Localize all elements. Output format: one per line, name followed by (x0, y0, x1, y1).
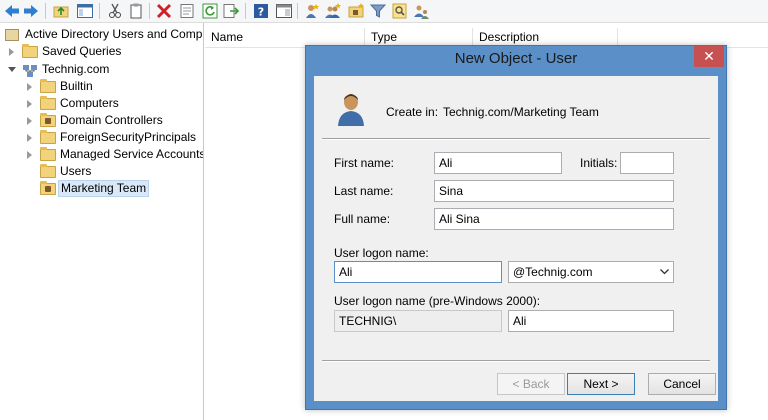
collapse-icon[interactable] (8, 67, 16, 72)
create-in-path: Technig.com/Marketing Team (443, 105, 599, 119)
initials-field[interactable] (620, 152, 674, 174)
folder-icon (22, 44, 38, 58)
ou-folder-icon (40, 113, 56, 127)
svg-text:?: ? (258, 6, 264, 19)
add-to-group-icon[interactable] (413, 2, 431, 20)
refresh-icon[interactable] (201, 2, 219, 20)
console-tree[interactable]: Active Directory Users and Comput Saved … (0, 23, 204, 420)
cut-icon[interactable] (106, 2, 124, 20)
expand-icon[interactable] (27, 151, 32, 159)
forward-arrow-icon[interactable] (22, 2, 40, 20)
folder-icon (40, 164, 56, 178)
chevron-down-icon (660, 269, 669, 275)
pre2000-name-field[interactable]: Ali (508, 310, 674, 332)
back-arrow-icon[interactable] (3, 2, 21, 20)
next-button[interactable]: Next > (567, 373, 635, 395)
new-group-icon[interactable] (324, 2, 342, 20)
export-list-icon[interactable] (222, 2, 240, 20)
last-name-field[interactable]: Sina (434, 180, 674, 202)
initials-label: Initials: (580, 156, 618, 170)
new-object-user-dialog: New Object - User ✕ Create in: Technig.c… (305, 45, 727, 410)
last-name-label: Last name: (334, 184, 394, 198)
divider (322, 360, 710, 362)
domain-suffix-value: @Technig.com (513, 265, 593, 279)
logon-name-label: User logon name: (334, 246, 429, 260)
expand-icon[interactable] (27, 134, 32, 142)
back-button[interactable]: < Back (497, 373, 565, 395)
close-button[interactable]: ✕ (694, 46, 724, 67)
first-name-field[interactable]: Ali (434, 152, 562, 174)
folder-icon (40, 147, 56, 161)
copy-icon[interactable] (127, 2, 145, 20)
full-name-field[interactable]: Ali Sina (434, 208, 674, 230)
cancel-button[interactable]: Cancel (648, 373, 716, 395)
first-name-label: First name: (334, 156, 395, 170)
filter-icon[interactable] (369, 2, 387, 20)
dialog-body: Create in: Technig.com/Marketing Team Fi… (314, 76, 718, 401)
new-ou-icon[interactable] (347, 2, 365, 20)
find-objects-icon[interactable] (391, 2, 409, 20)
delete-icon[interactable] (155, 2, 173, 20)
new-user-icon[interactable] (303, 2, 321, 20)
pre2000-label: User logon name (pre-Windows 2000): (334, 294, 541, 308)
show-action-pane-icon[interactable] (275, 2, 293, 20)
expand-icon[interactable] (27, 100, 32, 108)
ou-folder-icon (40, 181, 56, 195)
expand-icon[interactable] (27, 83, 32, 91)
expand-icon[interactable] (9, 48, 14, 56)
toolbar: ? (0, 0, 768, 23)
create-in-label: Create in: (386, 105, 439, 119)
up-folder-icon[interactable] (52, 2, 70, 20)
domain-suffix-dropdown[interactable]: @Technig.com (508, 261, 674, 283)
user-icon (338, 94, 364, 126)
divider (322, 138, 710, 140)
folder-icon (40, 79, 56, 93)
expand-icon[interactable] (27, 117, 32, 125)
tree-root-label: Active Directory Users and Comput (25, 27, 204, 41)
pre2000-domain-field: TECHNIG\ (334, 310, 502, 332)
help-icon[interactable]: ? (252, 2, 270, 20)
logon-name-field[interactable]: Ali (334, 261, 502, 283)
domain-icon (23, 65, 37, 77)
dialog-title: New Object - User (454, 50, 578, 67)
show-console-tree-icon[interactable] (76, 2, 94, 20)
folder-icon (40, 96, 56, 110)
folder-icon (40, 130, 56, 144)
full-name-label: Full name: (334, 212, 391, 226)
properties-icon[interactable] (178, 2, 196, 20)
ad-users-computers-icon (5, 29, 19, 41)
